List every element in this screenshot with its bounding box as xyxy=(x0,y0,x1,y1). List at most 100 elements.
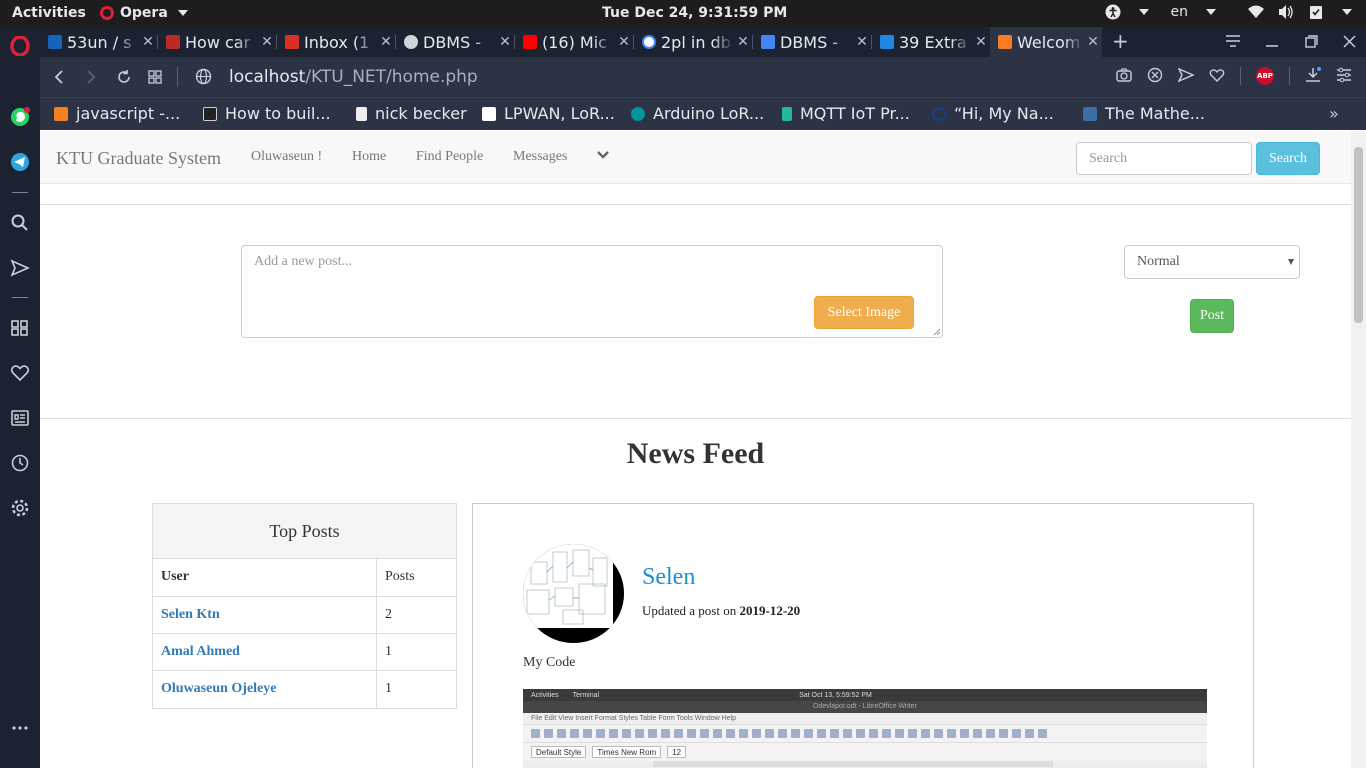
close-icon[interactable]: ✕ xyxy=(1084,34,1102,50)
heart-icon[interactable] xyxy=(10,363,30,383)
close-window-icon[interactable] xyxy=(1343,35,1356,48)
close-icon[interactable]: ✕ xyxy=(139,34,157,50)
bookmark-label: “Hi, My Na... xyxy=(954,104,1054,123)
user-link[interactable]: Oluwaseun Ojeleye xyxy=(161,681,277,696)
page-scrollbar[interactable] xyxy=(1351,131,1366,768)
tab-menu-icon[interactable] xyxy=(1226,35,1240,47)
browser-tab[interactable]: DBMS - ✕ xyxy=(396,27,514,57)
browser-tab[interactable]: Inbox (1 ✕ xyxy=(277,27,395,57)
back-icon[interactable] xyxy=(54,70,64,84)
resize-handle-icon[interactable] xyxy=(932,327,941,336)
web-page: KTU Graduate System Oluwaseun ! Home Fin… xyxy=(40,131,1351,768)
close-icon[interactable]: ✕ xyxy=(734,34,752,50)
download-icon[interactable] xyxy=(1305,67,1321,83)
system-clock[interactable]: Tue Dec 24, 9:31:59 PM xyxy=(602,5,787,21)
chevron-down-icon[interactable] xyxy=(597,149,609,161)
post-button[interactable]: Post xyxy=(1190,299,1234,333)
close-icon[interactable]: ✕ xyxy=(853,34,871,50)
user-link[interactable]: Selen Ktn xyxy=(161,607,220,622)
browser-tab[interactable]: 53un / s ✕ xyxy=(40,27,157,57)
close-icon[interactable]: ✕ xyxy=(258,34,276,50)
close-icon[interactable]: ✕ xyxy=(377,34,395,50)
nav-profile-link[interactable]: Oluwaseun ! xyxy=(251,149,322,165)
browser-tab-active[interactable]: Welcom ✕ xyxy=(990,27,1102,57)
column-header-user: User xyxy=(153,559,377,596)
user-link[interactable]: Amal Ahmed xyxy=(161,644,240,659)
screenshot-menu: File Edit View Insert Format Styles Tabl… xyxy=(523,713,1207,725)
url-field[interactable]: localhost/KTU_NET/home.php xyxy=(229,67,478,87)
avatar[interactable] xyxy=(523,544,624,643)
settings-icon[interactable] xyxy=(10,498,30,518)
reload-icon[interactable] xyxy=(116,69,132,85)
bookmark-item[interactable]: The Mathe... xyxy=(1083,104,1205,123)
browser-tab[interactable]: 2pl in db ✕ xyxy=(634,27,752,57)
bookmark-item[interactable]: nick becker xyxy=(356,104,467,123)
post-visibility-value: Normal xyxy=(1137,254,1180,269)
dropdown-arrow-icon xyxy=(1288,259,1294,265)
tools-divider xyxy=(1240,67,1241,85)
news-icon[interactable] xyxy=(10,408,30,428)
easy-setup-icon[interactable] xyxy=(1336,67,1352,83)
bookmark-label: MQTT IoT Pr... xyxy=(800,104,910,123)
bookmark-item[interactable]: javascript -... xyxy=(54,104,180,123)
language-indicator[interactable]: en xyxy=(1171,4,1189,20)
post-author-link[interactable]: Selen xyxy=(642,564,695,591)
nav-find-people-link[interactable]: Find People xyxy=(416,149,483,165)
camera-icon[interactable] xyxy=(1116,67,1132,83)
system-tray[interactable]: en xyxy=(1105,4,1352,20)
post-image[interactable]: Activities Terminal Sat Oct 13, 5:59:52 PM… xyxy=(523,689,1207,768)
speed-dial-icon[interactable] xyxy=(10,318,30,338)
browser-tab[interactable]: 39 Extra ✕ xyxy=(872,27,990,57)
globe-icon[interactable] xyxy=(195,68,212,85)
more-icon[interactable] xyxy=(10,718,30,738)
close-icon[interactable]: ✕ xyxy=(972,34,990,50)
bookmark-item[interactable]: “Hi, My Na... xyxy=(932,104,1054,123)
browser-tab[interactable]: How car ✕ xyxy=(158,27,276,57)
site-navbar: KTU Graduate System Oluwaseun ! Home Fin… xyxy=(40,132,1351,184)
nav-messages-link[interactable]: Messages xyxy=(513,149,567,165)
tab-favicon xyxy=(404,35,418,49)
search-input[interactable] xyxy=(1076,142,1252,175)
speed-dial-icon[interactable] xyxy=(148,70,162,84)
select-image-button[interactable]: Select Image xyxy=(814,296,914,329)
activities-button[interactable]: Activities xyxy=(12,5,86,21)
new-tab-button[interactable]: + xyxy=(1112,29,1129,53)
browser-tab[interactable]: (16) Mic ✕ xyxy=(515,27,633,57)
bookmark-item[interactable]: MQTT IoT Pr... xyxy=(782,104,910,123)
forward-icon[interactable] xyxy=(86,70,96,84)
chevron-down-icon xyxy=(1138,9,1149,15)
send-icon[interactable] xyxy=(1178,67,1194,83)
nav-home-link[interactable]: Home xyxy=(352,149,386,165)
bookmark-item[interactable]: LPWAN, LoR... xyxy=(482,104,615,123)
scrollbar-thumb[interactable] xyxy=(1354,147,1363,323)
site-brand[interactable]: KTU Graduate System xyxy=(56,148,221,169)
bookmark-item[interactable]: Arduino LoR... xyxy=(631,104,764,123)
screenshot-font-box: Times New Rom xyxy=(592,746,662,758)
history-icon[interactable] xyxy=(10,453,30,473)
close-icon[interactable]: ✕ xyxy=(496,34,514,50)
accessibility-icon[interactable] xyxy=(1105,4,1121,20)
tab-title: 53un / s xyxy=(67,32,132,52)
close-icon[interactable]: ✕ xyxy=(615,34,633,50)
send-icon[interactable] xyxy=(10,258,30,278)
adblock-shield-icon[interactable] xyxy=(1147,67,1163,83)
table-row: Amal Ahmed 1 xyxy=(153,634,456,671)
search-button[interactable]: Search xyxy=(1256,142,1320,175)
whatsapp-icon[interactable] xyxy=(10,107,30,127)
app-menu[interactable]: Opera xyxy=(100,5,188,21)
search-icon[interactable] xyxy=(10,213,30,233)
restore-icon[interactable] xyxy=(1305,35,1318,48)
column-header-posts: Posts xyxy=(385,569,415,584)
adblock-plus-icon[interactable]: ABP xyxy=(1256,67,1274,85)
bookmark-item[interactable]: How to buil... xyxy=(203,104,331,123)
opera-menu-icon[interactable] xyxy=(10,36,30,56)
tab-favicon xyxy=(166,35,180,49)
heart-icon[interactable] xyxy=(1209,67,1225,83)
bookmarks-overflow-icon[interactable]: » xyxy=(1329,104,1339,123)
tab-title: 2pl in db xyxy=(661,32,731,52)
telegram-icon[interactable] xyxy=(10,152,30,172)
browser-tab[interactable]: DBMS - ✕ xyxy=(753,27,871,57)
tab-favicon xyxy=(48,35,62,49)
minimize-icon[interactable] xyxy=(1266,35,1278,47)
post-visibility-select[interactable]: Normal xyxy=(1124,245,1300,279)
